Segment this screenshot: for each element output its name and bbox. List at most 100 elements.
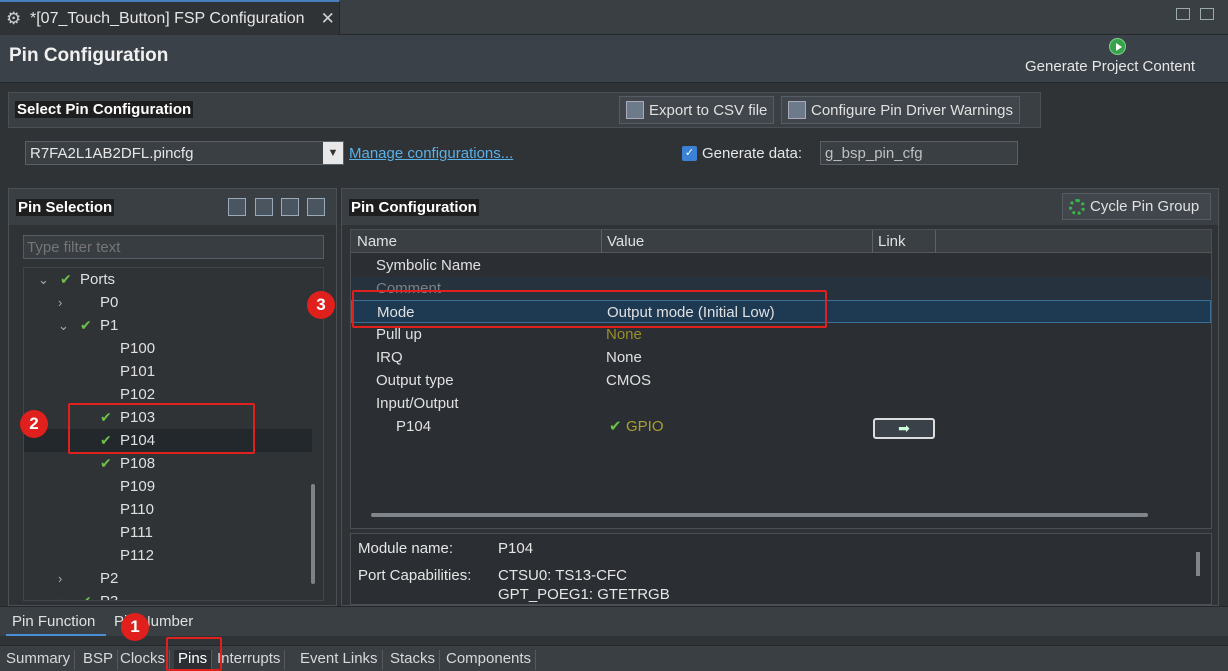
list-icon[interactable] [228, 198, 246, 216]
pin-selection-header: Pin Selection [9, 189, 336, 225]
configure-warnings-button[interactable]: Configure Pin Driver Warnings [781, 96, 1021, 124]
column-header-name[interactable]: Name [357, 233, 397, 250]
gear-icon: ⚙ [6, 8, 22, 28]
annotation-marker: 2 [20, 410, 48, 438]
expand-all-icon[interactable] [255, 198, 273, 216]
editor-tab-title: *[07_Touch_Button] FSP Configuration [30, 9, 305, 27]
tab-event-links[interactable]: Event Links [296, 650, 383, 670]
tree-item-p100[interactable]: P100 [24, 337, 312, 360]
tab-pin-function[interactable]: Pin Function [12, 613, 95, 630]
tree-item-label: P3 [100, 590, 118, 600]
tree-item-p112[interactable]: P112 [24, 544, 312, 567]
tab-interrupts[interactable]: Interrupts [213, 650, 286, 670]
tree-item-p3[interactable]: › ✔ P3 [24, 590, 312, 601]
check-icon: ✔ [609, 418, 622, 435]
generate-data-field[interactable] [820, 141, 1018, 165]
cycle-icon [1069, 198, 1085, 215]
property-value[interactable]: CMOS [606, 369, 651, 392]
tree-item-p110[interactable]: P110 [24, 498, 312, 521]
capability-item: GPT_POEG1: GTETRGB [498, 586, 670, 603]
manage-configurations-link[interactable]: Manage configurations... [349, 145, 513, 162]
generate-data-checkbox[interactable]: ✓ [682, 146, 697, 161]
property-row-p104[interactable]: P104 ✔ GPIO [351, 415, 1211, 438]
tree-item-p108[interactable]: ✔ P108 [24, 452, 312, 475]
module-name-value: P104 [498, 540, 534, 557]
chevron-down-icon[interactable]: ⌄ [58, 314, 70, 337]
sort-icon[interactable] [307, 198, 325, 216]
tree-item-p1[interactable]: ⌄ ✔ P1 [24, 314, 312, 337]
active-tab-indicator [6, 634, 106, 636]
tree-item-p109[interactable]: P109 [24, 475, 312, 498]
tab-clocks[interactable]: Clocks [116, 650, 171, 670]
pin-configuration-header: Pin Configuration Cycle Pin Group [342, 189, 1218, 225]
port-capabilities-label: Port Capabilities: [358, 567, 472, 584]
property-row-symbolic-name[interactable]: Symbolic Name [351, 254, 1211, 277]
editor-tab[interactable]: ⚙ *[07_Touch_Button] FSP Configuration ✕ [0, 0, 340, 35]
export-icon [626, 101, 644, 119]
generate-project-content-button[interactable]: Generate Project Content [1025, 58, 1195, 75]
link-arrow-button[interactable]: ➡ [873, 418, 935, 439]
tree-item-label: P1 [100, 317, 119, 334]
capability-item: CTSU0: TS13-CFC [498, 567, 627, 584]
annotation-box-pins [68, 403, 255, 454]
tree-item-label: P109 [120, 478, 156, 495]
generate-data-label: Generate data: [702, 145, 803, 162]
pin-configuration-panel: Pin Configuration Cycle Pin Group Name V… [341, 188, 1219, 606]
property-value[interactable]: GPIO [626, 415, 664, 438]
minimize-icon[interactable] [1176, 8, 1190, 20]
tab-components[interactable]: Components [442, 650, 537, 670]
pin-config-value: R7FA2L1AB2DFL.pincfg [30, 145, 194, 162]
export-csv-label: Export to CSV file [649, 101, 768, 119]
pin-config-select[interactable]: R7FA2L1AB2DFL.pincfg ▼ [25, 141, 344, 165]
chevron-right-icon[interactable]: › [58, 567, 70, 590]
check-icon: ✔ [80, 317, 92, 333]
pin-selection-panel: Pin Selection ⌄✔Ports›P0⌄✔P1P100P101P102… [8, 188, 337, 606]
chevron-right-icon[interactable]: › [58, 590, 70, 600]
tree-item-label: P108 [120, 455, 156, 472]
chevron-right-icon[interactable]: › [58, 291, 70, 314]
section-title: Select Pin Configuration [15, 101, 194, 118]
tree-item-p0[interactable]: › P0 [24, 291, 312, 314]
tab-stacks[interactable]: Stacks [386, 650, 441, 670]
page-header: Pin Configuration Generate Project Conte… [0, 35, 1228, 83]
tree-item-label: Ports [80, 271, 116, 288]
chevron-down-icon[interactable]: ⌄ [38, 268, 50, 291]
filter-input[interactable] [23, 235, 324, 259]
chevron-down-icon[interactable]: ▼ [323, 142, 343, 164]
tree-item-label: P101 [120, 363, 156, 380]
maximize-icon[interactable] [1200, 8, 1214, 20]
horizontal-scrollbar[interactable] [371, 513, 1148, 517]
property-row-output-type[interactable]: Output type CMOS [351, 369, 1211, 392]
tree-item-label: P110 [120, 501, 154, 518]
close-icon[interactable]: ✕ [321, 9, 335, 29]
tree-item-label: P111 [120, 524, 153, 541]
editor-tab-bar: ⚙ *[07_Touch_Button] FSP Configuration ✕ [0, 0, 1228, 35]
detail-scrollbar[interactable] [1196, 552, 1200, 576]
property-name: Input/Output [376, 395, 459, 412]
export-csv-button[interactable]: Export to CSV file [619, 96, 775, 124]
tree-item-p101[interactable]: P101 [24, 360, 312, 383]
tree-item-label: P112 [120, 547, 154, 564]
select-pin-configuration-section: Select Pin Configuration Export to CSV f… [8, 92, 1041, 128]
property-value[interactable]: None [606, 346, 642, 369]
property-row-irq[interactable]: IRQ None [351, 346, 1211, 369]
property-name: P104 [396, 418, 432, 435]
tab-bsp[interactable]: BSP [79, 650, 119, 670]
tree-scrollbar[interactable] [311, 484, 315, 584]
page-title: Pin Configuration [9, 45, 169, 66]
property-name: Output type [376, 372, 454, 389]
column-header-value[interactable]: Value [607, 233, 644, 250]
tree-item-p111[interactable]: P111 [24, 521, 312, 544]
play-icon[interactable] [1109, 38, 1126, 55]
collapse-all-icon[interactable] [281, 198, 299, 216]
tree-item-ports[interactable]: ⌄ ✔ Ports [24, 268, 312, 291]
column-header-link[interactable]: Link [878, 233, 906, 250]
tree-item-p2[interactable]: › P2 [24, 567, 312, 590]
cycle-pin-group-button[interactable]: Cycle Pin Group [1062, 193, 1211, 220]
annotation-marker: 1 [121, 613, 149, 641]
tab-summary[interactable]: Summary [2, 650, 76, 670]
property-row-input-output[interactable]: Input/Output [351, 392, 1211, 415]
property-name: IRQ [376, 349, 403, 366]
tree-item-label: P2 [100, 570, 119, 587]
check-icon: ✔ [80, 593, 92, 601]
